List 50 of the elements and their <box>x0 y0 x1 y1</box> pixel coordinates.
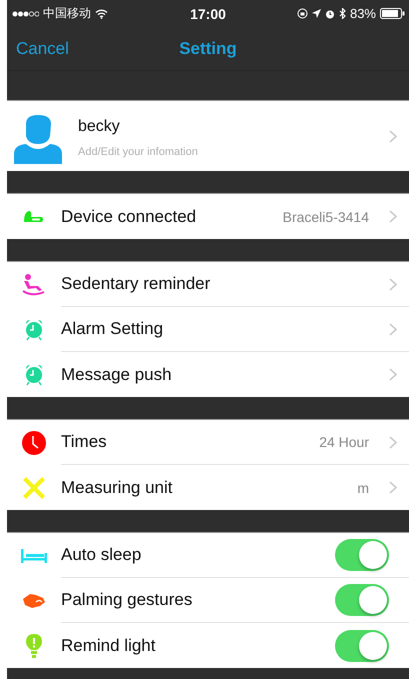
status-time: 17:00 <box>190 6 226 22</box>
alarm-clock-icon <box>24 364 44 386</box>
row-label: Remind light <box>61 636 156 656</box>
profile-subtitle: Add/Edit your infomation <box>78 146 199 158</box>
avatar-icon <box>12 114 64 164</box>
carrier-name: 中国移动 <box>43 5 91 22</box>
row-value: 24 Hour <box>319 434 369 450</box>
wifi-icon <box>95 8 108 18</box>
rocking-chair-icon <box>22 274 46 296</box>
row-label: Palming gestures <box>61 590 194 610</box>
alarm-icon <box>324 8 335 18</box>
row-value: m <box>357 480 369 496</box>
chevron-icon <box>389 210 397 223</box>
clock-icon <box>22 430 46 454</box>
page-title: Setting <box>179 38 237 58</box>
location-icon <box>312 9 321 18</box>
chevron-icon <box>389 436 397 448</box>
settings-row[interactable]: Message push <box>7 352 409 397</box>
row-label: Auto sleep <box>61 545 142 565</box>
profile-row[interactable]: becky Add/Edit your infomation <box>7 101 409 171</box>
row-label: Times <box>61 432 108 452</box>
cancel-button[interactable]: Cancel <box>7 38 69 58</box>
row-label: Message push <box>61 364 173 384</box>
settings-row[interactable]: Times 24 Hour <box>7 420 409 465</box>
settings-row[interactable]: Device connected Braceli5-3414 <box>7 194 409 239</box>
settings-row[interactable]: Sedentary reminder <box>7 262 409 307</box>
toggle-switch[interactable] <box>335 630 389 662</box>
chevron-icon <box>389 130 397 142</box>
profile-name: becky <box>78 118 121 136</box>
alarm-clock-icon <box>24 318 44 340</box>
row-label: Alarm Setting <box>61 319 164 339</box>
signal-icon <box>12 10 39 16</box>
bluetooth-icon <box>338 8 346 19</box>
chevron-icon <box>389 368 397 381</box>
settings-row[interactable]: Alarm Setting <box>7 307 409 352</box>
battery-icon <box>380 8 405 19</box>
row-label: Measuring unit <box>61 478 174 498</box>
rotation-lock-icon <box>296 8 308 19</box>
row-label: Device connected <box>61 206 198 226</box>
toggle-switch[interactable] <box>335 539 389 571</box>
row-label: Sedentary reminder <box>61 274 212 294</box>
battery-percent: 83% <box>350 6 376 21</box>
light-bulb-icon <box>26 634 42 658</box>
row-value: Braceli5-3414 <box>282 208 369 224</box>
chevron-icon <box>389 322 397 336</box>
chevron-icon <box>389 278 397 290</box>
settings-row[interactable]: Measuring unit m <box>7 465 409 510</box>
toggle-switch[interactable] <box>335 584 389 616</box>
bed-icon <box>21 548 47 562</box>
chevron-icon <box>389 481 397 494</box>
